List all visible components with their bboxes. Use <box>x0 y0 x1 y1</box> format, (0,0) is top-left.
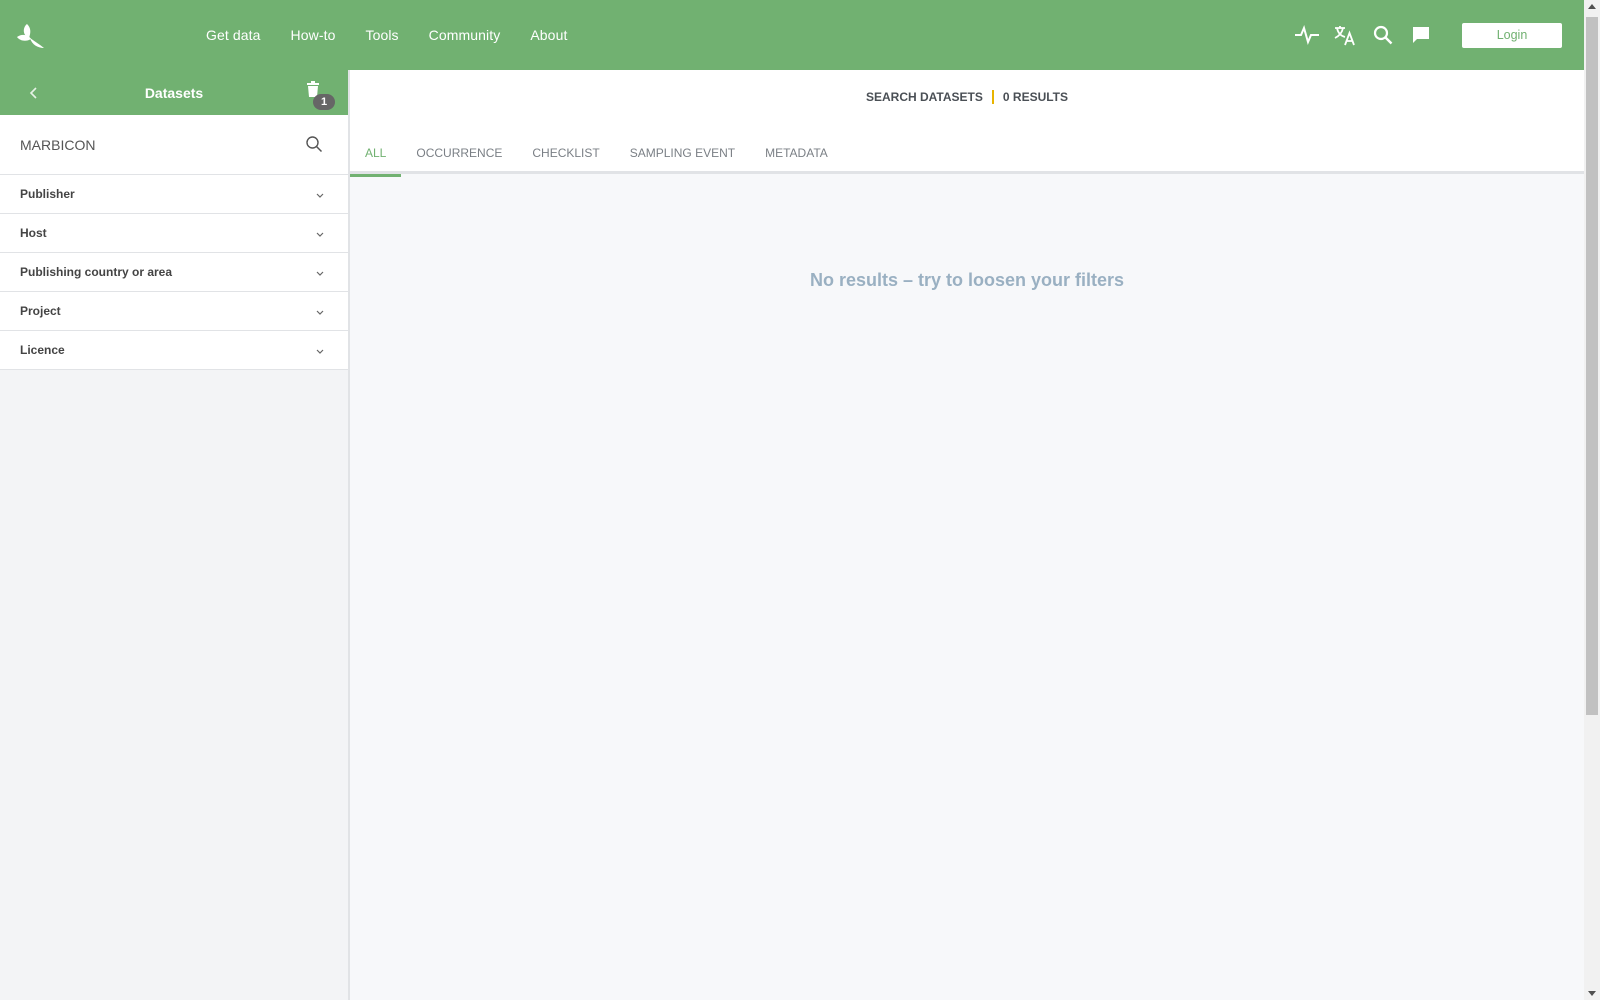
results-panel: SEARCH DATASETS 0 RESULTS ALL OCCURRENCE… <box>350 70 1584 1000</box>
scroll-thumb[interactable] <box>1586 17 1598 715</box>
tab-metadata[interactable]: METADATA <box>750 132 843 174</box>
feedback-comment-icon[interactable] <box>1402 0 1440 70</box>
translate-icon[interactable] <box>1326 0 1364 70</box>
tab-occurrence[interactable]: OCCURRENCE <box>401 132 517 174</box>
scroll-up-arrow-icon[interactable] <box>1588 4 1596 9</box>
page-scrollbar[interactable] <box>1584 0 1600 1000</box>
nav-tools[interactable]: Tools <box>350 0 413 70</box>
dataset-search-input[interactable] <box>20 136 290 153</box>
main-nav: Get data How-to Tools Community About <box>191 0 582 70</box>
nav-community[interactable]: Community <box>414 0 516 70</box>
filter-label: Project <box>20 304 61 318</box>
chevron-down-icon <box>316 232 324 237</box>
results-header: SEARCH DATASETS 0 RESULTS ALL OCCURRENCE… <box>350 70 1584 177</box>
filter-licence[interactable]: Licence <box>0 331 348 370</box>
chevron-down-icon <box>316 271 324 276</box>
chevron-down-icon <box>316 193 324 198</box>
filter-label: Licence <box>20 343 65 357</box>
tab-checklist[interactable]: CHECKLIST <box>517 132 614 174</box>
chevron-down-icon <box>316 310 324 315</box>
search-row <box>0 115 348 175</box>
results-count: 0 RESULTS <box>1002 90 1069 104</box>
top-navigation-bar: Get data How-to Tools Community About Lo… <box>0 0 1584 70</box>
summary-divider <box>991 90 994 104</box>
search-datasets-label: SEARCH DATASETS <box>865 90 983 104</box>
chevron-left-icon[interactable] <box>24 70 44 115</box>
filter-label: Publisher <box>20 187 75 201</box>
health-pulse-icon[interactable] <box>1288 0 1326 70</box>
search-icon[interactable] <box>305 135 325 155</box>
filter-host[interactable]: Host <box>0 214 348 253</box>
results-summary: SEARCH DATASETS 0 RESULTS <box>350 90 1584 104</box>
filter-count-badge: 1 <box>313 94 335 110</box>
filter-label: Publishing country or area <box>20 265 173 279</box>
search-icon[interactable] <box>1364 0 1402 70</box>
filter-project[interactable]: Project <box>0 292 348 331</box>
login-button[interactable]: Login <box>1462 22 1562 48</box>
scroll-down-arrow-icon[interactable] <box>1588 991 1596 996</box>
nav-how-to[interactable]: How-to <box>276 0 351 70</box>
tab-sampling-event[interactable]: SAMPLING EVENT <box>615 132 750 174</box>
sidebar-title: Datasets <box>144 84 204 101</box>
filter-publisher[interactable]: Publisher <box>0 175 348 214</box>
gbif-leaf-icon[interactable] <box>14 20 46 52</box>
filter-sidebar: Datasets 1 Publisher Host Publishing cou… <box>0 70 350 1000</box>
empty-results-message: No results – try to loosen your filters <box>809 270 1125 290</box>
nav-get-data[interactable]: Get data <box>191 0 276 70</box>
sidebar-header: Datasets 1 <box>0 70 348 115</box>
tab-all[interactable]: ALL <box>350 132 402 177</box>
chevron-down-icon <box>316 349 324 354</box>
filter-publishing-country[interactable]: Publishing country or area <box>0 253 348 292</box>
nav-about[interactable]: About <box>515 0 582 70</box>
dataset-type-tabs: ALL OCCURRENCE CHECKLIST SAMPLING EVENT … <box>350 132 843 177</box>
filter-label: Host <box>20 226 47 240</box>
top-icons: Login <box>1288 0 1584 70</box>
